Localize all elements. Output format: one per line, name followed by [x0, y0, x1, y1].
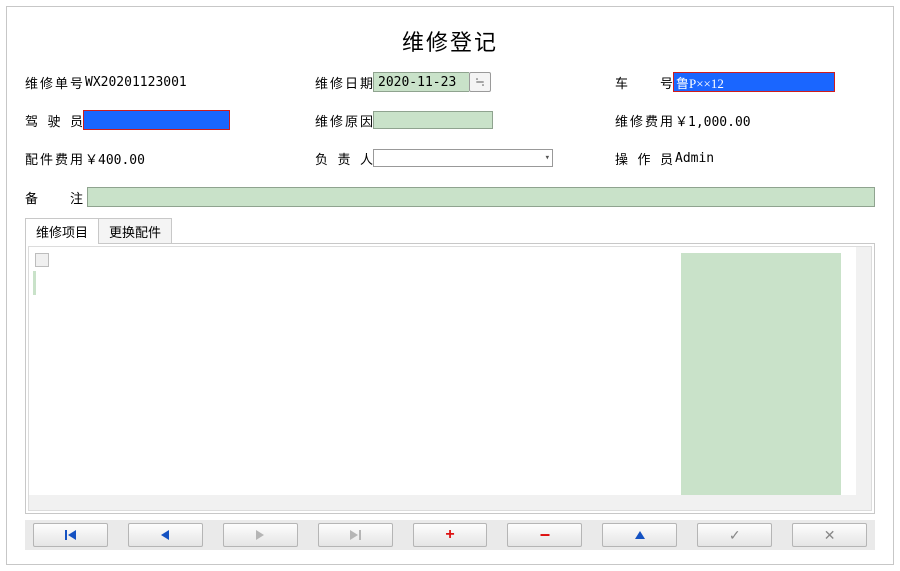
tab-content	[25, 243, 875, 514]
operator-field[interactable]: Admin	[673, 149, 793, 167]
remark-label: 备 注	[25, 188, 83, 207]
driver-field[interactable]	[84, 111, 229, 129]
nav-save-button[interactable]: ✓	[697, 523, 772, 547]
tab-repair-items[interactable]: 维修项目	[25, 218, 99, 244]
nav-next-button[interactable]	[223, 523, 298, 547]
nav-edit-button[interactable]	[602, 523, 677, 547]
form-area: 维修单号 WX20201123001 维修日期 2020-11-23 车 号	[25, 71, 875, 169]
reason-label: 维修原因	[315, 111, 373, 130]
triangle-right-icon	[350, 530, 358, 540]
repair-date-label: 维修日期	[315, 73, 373, 92]
cross-icon: ✕	[824, 527, 836, 544]
remark-field[interactable]	[87, 187, 875, 207]
order-no-label: 维修单号	[25, 73, 83, 92]
chevron-down-icon: ▾	[545, 153, 550, 163]
horizontal-scrollbar[interactable]	[29, 495, 856, 510]
triangle-up-icon	[635, 531, 645, 539]
plus-icon: +	[445, 527, 454, 543]
db-navigator: + − ✓ ✕	[25, 520, 875, 550]
operator-label: 操 作 员	[615, 149, 673, 168]
person-label: 负 责 人	[315, 149, 373, 168]
person-select[interactable]: ▾	[373, 149, 553, 167]
triangle-right-icon	[256, 530, 264, 540]
triangle-left-icon	[68, 530, 76, 540]
nav-last-button[interactable]	[318, 523, 393, 547]
bar-icon	[65, 530, 67, 540]
repair-cost-field[interactable]: ￥1,000.00	[673, 111, 793, 129]
nav-prev-button[interactable]	[128, 523, 203, 547]
grid-right-panel	[681, 253, 841, 502]
date-dropdown-icon[interactable]	[469, 72, 491, 92]
tab-strip: 维修项目 更换配件	[25, 221, 875, 243]
nav-add-button[interactable]: +	[413, 523, 488, 547]
nav-first-button[interactable]	[33, 523, 108, 547]
order-no-field[interactable]: WX20201123001	[83, 73, 233, 91]
car-no-label: 车 号	[615, 73, 673, 92]
nav-cancel-button[interactable]: ✕	[792, 523, 867, 547]
check-icon: ✓	[729, 527, 741, 544]
grid-row-indicator	[33, 271, 36, 295]
repair-date-picker[interactable]: 2020-11-23	[373, 72, 491, 92]
grid-corner-select[interactable]	[35, 253, 49, 267]
repair-date-value: 2020-11-23	[373, 72, 469, 92]
maintenance-register-panel: 维修登记 维修单号 WX20201123001 维修日期 2020-11-23	[6, 6, 894, 565]
reason-field[interactable]	[373, 111, 493, 129]
parts-cost-label: 配件费用	[25, 149, 83, 168]
page-title: 维修登记	[25, 25, 875, 57]
repair-cost-label: 维修费用	[615, 111, 673, 130]
bar-icon	[359, 530, 361, 540]
nav-delete-button[interactable]: −	[507, 523, 582, 547]
tab-replace-parts[interactable]: 更换配件	[98, 218, 172, 244]
car-no-field[interactable]: 鲁P××12	[674, 73, 834, 91]
triangle-left-icon	[161, 530, 169, 540]
driver-label: 驾 驶 员	[25, 111, 83, 130]
parts-cost-field[interactable]: ￥400.00	[83, 149, 203, 167]
vertical-scrollbar[interactable]	[856, 247, 871, 510]
minus-icon: −	[540, 526, 551, 544]
